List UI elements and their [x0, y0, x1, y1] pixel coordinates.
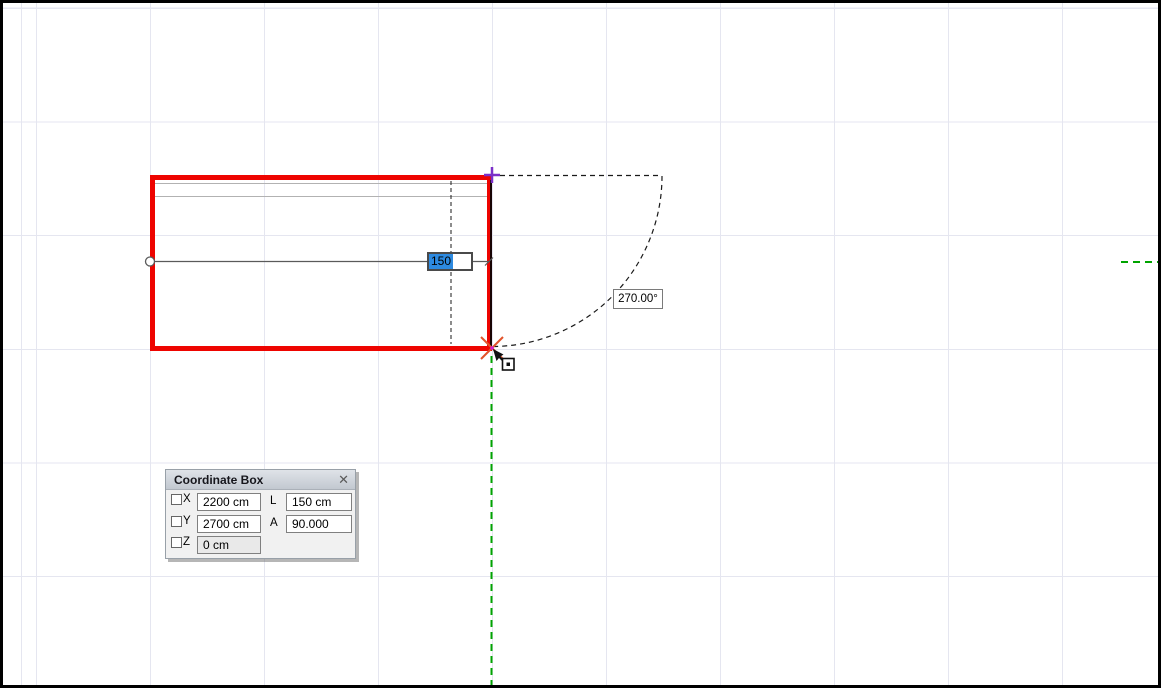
z-lock-checkbox[interactable]	[171, 537, 182, 548]
coordinate-box-title: Coordinate Box	[174, 472, 264, 487]
dimension-origin-icon	[144, 256, 156, 267]
length-input-selected-text: 150	[429, 254, 454, 269]
y-axis-label: Y	[183, 515, 191, 527]
length-label: L	[270, 495, 277, 507]
length-input[interactable]: 150	[427, 252, 473, 271]
drawing-overlay	[144, 167, 1158, 685]
x-coordinate-field[interactable]	[197, 493, 261, 511]
angle-readout: 270.00°	[613, 289, 663, 309]
y-lock-checkbox[interactable]	[171, 516, 182, 527]
angle-field[interactable]	[286, 515, 352, 533]
coordinate-box-titlebar[interactable]: Coordinate Box ✕	[166, 470, 355, 490]
z-coordinate-field[interactable]	[197, 536, 261, 554]
close-icon[interactable]: ✕	[338, 473, 349, 486]
drawing-canvas[interactable]: 150 270.00° Coordinate Box ✕ X L Y A Z	[0, 0, 1161, 688]
x-axis-label: X	[183, 493, 191, 505]
coordinate-box-body: X L Y A Z	[166, 490, 355, 558]
start-node-marker	[484, 167, 500, 183]
x-lock-checkbox[interactable]	[171, 494, 182, 505]
angle-reference-guide	[491, 174, 663, 348]
y-coordinate-field[interactable]	[197, 515, 261, 533]
angle-arc	[491, 175, 663, 348]
z-axis-label: Z	[183, 536, 191, 548]
origin-snap-icon	[501, 357, 515, 371]
coordinate-box-palette: Coordinate Box ✕ X L Y A Z	[165, 469, 356, 559]
length-field[interactable]	[286, 493, 352, 511]
angle-label: A	[270, 517, 278, 529]
